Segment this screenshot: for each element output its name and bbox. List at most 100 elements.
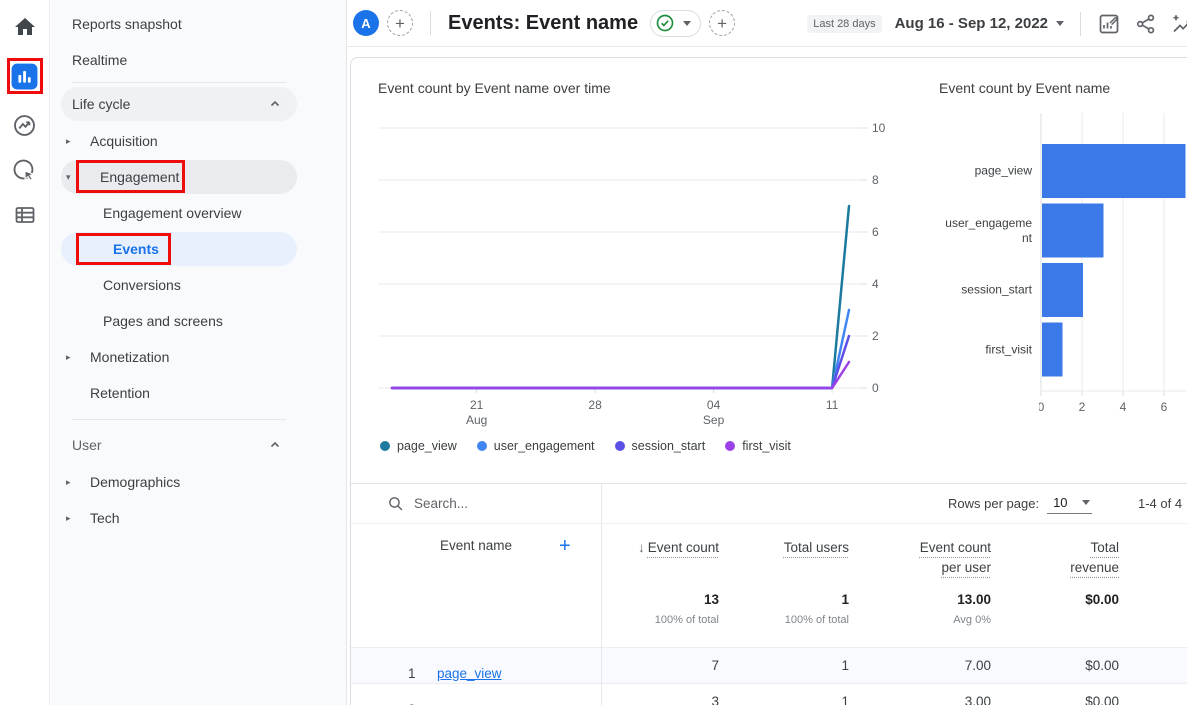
avatar[interactable]: A [353, 10, 379, 36]
expanded-arrow-icon: ▾ [66, 172, 71, 183]
sidebar-item-demographics[interactable]: ▸ Demographics [51, 464, 346, 500]
section-label: Life cycle [72, 96, 130, 112]
svg-text:6: 6 [872, 225, 879, 239]
bar-chart-title: Event count by Event name [939, 80, 1187, 96]
report-status-dropdown[interactable] [650, 10, 701, 37]
add-comparison-button[interactable]: + [387, 10, 413, 36]
sidebar-item-retention[interactable]: Retention [51, 375, 346, 411]
sidebar-item-engagement[interactable]: ▾ Engagement [51, 159, 346, 195]
search-input[interactable] [414, 496, 574, 511]
legend-item: first_visit [725, 439, 791, 453]
rows-per-page: Rows per page: 10 [948, 493, 1092, 514]
advertising-icon[interactable] [11, 156, 39, 184]
sidebar-item-label: Tech [51, 510, 120, 526]
bar-category-label: user_engagement [939, 216, 1032, 246]
app-rail [0, 0, 50, 705]
bar-category-label: first_visit [939, 342, 1032, 357]
report-nav: Reports snapshot Realtime Life cycle ▸ A… [51, 0, 347, 705]
sidebar-section-user[interactable]: User [61, 428, 297, 462]
home-icon[interactable] [11, 13, 39, 41]
svg-text:0: 0 [872, 381, 879, 395]
event-name-link[interactable]: user_engagement [437, 702, 546, 705]
svg-text:28: 28 [588, 398, 602, 412]
add-dimension-button[interactable]: + [559, 535, 571, 558]
column-header-event-name[interactable]: Event name [440, 538, 512, 553]
sidebar-item-label: Engagement [61, 169, 179, 185]
rows-per-page-select[interactable]: 10 [1047, 493, 1091, 514]
library-icon[interactable] [11, 201, 39, 229]
sidebar-item-events[interactable]: Events [51, 231, 346, 267]
date-range-picker[interactable]: Aug 16 - Sep 12, 2022 [895, 15, 1064, 32]
legend-item: user_engagement [477, 439, 595, 453]
header-right: Last 28 days Aug 16 - Sep 12, 2022 [807, 0, 1187, 47]
cell-total-users: 1 [719, 658, 849, 673]
collapsed-arrow-icon: ▸ [66, 477, 71, 488]
table-search [351, 495, 574, 512]
totals-event-count-per-user-note: Avg 0% [849, 614, 991, 626]
explore-icon[interactable] [11, 111, 39, 139]
row-index: 2 [408, 702, 416, 705]
header-divider [430, 11, 431, 35]
check-circle-icon [655, 13, 675, 33]
svg-text:6: 6 [1161, 400, 1168, 414]
collapsed-arrow-icon: ▸ [66, 352, 71, 363]
sidebar-section-life-cycle[interactable]: Life cycle [61, 87, 297, 121]
sidebar-item-reports-snapshot[interactable]: Reports snapshot [51, 6, 346, 42]
cell-event-count-per-user: 3.00 [849, 694, 991, 705]
rows-per-page-label: Rows per page: [948, 496, 1039, 511]
sidebar-item-pages-and-screens[interactable]: Pages and screens [51, 303, 346, 339]
collapsed-arrow-icon: ▸ [66, 136, 71, 147]
svg-text:8: 8 [872, 173, 879, 187]
svg-text:11: 11 [826, 398, 839, 412]
cell-event-count-per-user: 7.00 [849, 658, 991, 673]
add-report-button[interactable]: + [709, 10, 735, 36]
header-divider [1080, 12, 1081, 36]
sidebar-item-tech[interactable]: ▸ Tech [51, 500, 346, 536]
reports-icon[interactable] [7, 58, 43, 94]
events-selected-pill: Events [61, 232, 297, 266]
svg-text:Sep: Sep [703, 413, 725, 427]
sidebar-item-acquisition[interactable]: ▸ Acquisition [51, 123, 346, 159]
svg-text:10: 10 [872, 121, 886, 135]
column-header-total-revenue[interactable]: Total revenue [1057, 538, 1119, 578]
bar-category-label: session_start [939, 283, 1032, 298]
event-name-link[interactable]: page_view [437, 666, 502, 681]
sidebar-item-engagement-overview[interactable]: Engagement overview [51, 195, 346, 231]
date-range-label: Aug 16 - Sep 12, 2022 [895, 15, 1048, 32]
sidebar-item-realtime[interactable]: Realtime [51, 42, 346, 78]
cell-total-users: 1 [719, 694, 849, 705]
column-header-event-count-per-user[interactable]: Event count per user [903, 538, 991, 578]
legend-label: first_visit [742, 439, 791, 453]
customize-report-icon[interactable] [1097, 12, 1121, 36]
legend-dot-icon [615, 441, 625, 451]
page-title: Events: Event name [448, 12, 638, 35]
cell-event-count: 7 [601, 658, 719, 673]
line-chart-title: Event count by Event name over time [378, 80, 900, 96]
engagement-pill: ▾ Engagement [61, 160, 297, 194]
section-label: User [72, 437, 102, 453]
legend-item: page_view [380, 439, 457, 453]
chevron-down-icon [683, 21, 691, 26]
insights-icon[interactable] [1171, 12, 1187, 36]
totals-total-revenue: $0.00 [991, 592, 1119, 607]
plus-icon: + [717, 15, 727, 32]
table-row: 2 user_engagement 3 1 3.00 $0.00 [351, 683, 1187, 705]
chevron-up-icon [269, 98, 281, 110]
sidebar-item-label: Events [61, 241, 159, 257]
sidebar-divider [72, 419, 286, 420]
report-content: Event count by Event name over time 0246… [347, 47, 1187, 705]
svg-text:21: 21 [470, 398, 484, 412]
sidebar-item-monetization[interactable]: ▸ Monetization [51, 339, 346, 375]
legend-item: session_start [615, 439, 706, 453]
plus-icon: + [395, 15, 405, 32]
table-toolbar: Rows per page: 10 1-4 of 4 [351, 484, 1187, 524]
totals-event-count: 13 [601, 592, 719, 607]
sidebar-item-label: Realtime [51, 52, 127, 68]
comparison-badge: Last 28 days [807, 15, 881, 33]
share-icon[interactable] [1134, 12, 1158, 36]
bar-category-label: page_view [939, 164, 1032, 179]
legend-label: session_start [632, 439, 706, 453]
column-header-event-count[interactable]: Event count [648, 540, 719, 555]
column-header-total-users[interactable]: Total users [784, 540, 849, 555]
sidebar-item-conversions[interactable]: Conversions [51, 267, 346, 303]
